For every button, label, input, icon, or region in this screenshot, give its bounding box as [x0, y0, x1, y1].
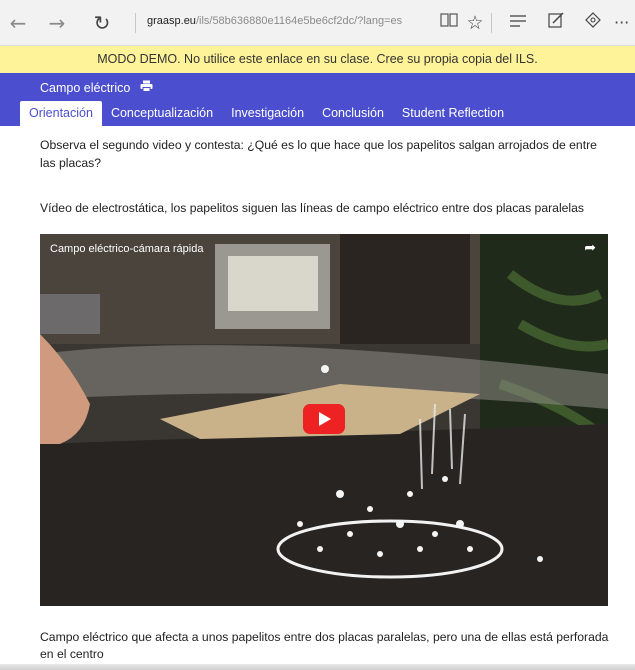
question-text: Observa el segundo video y contesta: ¿Qu…: [40, 138, 597, 170]
toolbar-divider: [135, 13, 136, 33]
forward-arrow-icon[interactable]: →: [45, 11, 69, 35]
horizontal-scrollbar[interactable]: [0, 664, 635, 670]
toolbar-divider: [491, 13, 492, 33]
tab-student-reflection[interactable]: Student Reflection: [393, 101, 513, 126]
description-text: Campo eléctrico que afecta a unos papeli…: [40, 630, 609, 661]
demo-banner: MODO DEMO. No utilice este enlace en su …: [0, 46, 635, 73]
tab-conclusion[interactable]: Conclusión: [313, 101, 393, 126]
refresh-icon[interactable]: ↻: [90, 11, 114, 35]
tab-investigacion[interactable]: Investigación: [222, 101, 313, 126]
phase-tabs: Orientación Conceptualización Investigac…: [20, 101, 513, 126]
url-domain: graasp.eu: [147, 15, 196, 27]
share-icon[interactable]: [581, 11, 605, 35]
print-icon[interactable]: [140, 80, 153, 95]
address-bar[interactable]: graasp.eu/ils/58b636880e1164e5be6cf2dc/?…: [147, 15, 402, 27]
more-icon[interactable]: ···: [614, 11, 634, 35]
favorite-star-icon[interactable]: ☆: [463, 11, 487, 35]
url-path: /ils/58b636880e1164e5be6cf2dc/?lang=es: [195, 15, 403, 27]
hub-icon[interactable]: [506, 11, 530, 35]
share-arrow-icon[interactable]: ➦: [584, 240, 596, 256]
video-title: Campo eléctrico-cámara rápida: [50, 243, 204, 255]
video-caption: Vídeo de electrostática, los papelitos s…: [40, 201, 585, 215]
app-title: Campo eléctrico: [40, 80, 153, 95]
play-button[interactable]: [303, 404, 345, 434]
web-note-icon[interactable]: [544, 11, 568, 35]
browser-toolbar: ← → ↻ graasp.eu/ils/58b636880e1164e5be6c…: [0, 0, 635, 46]
tab-orientacion[interactable]: Orientación: [20, 101, 102, 126]
video-player[interactable]: Campo eléctrico-cámara rápida ➦: [40, 234, 608, 606]
back-arrow-icon[interactable]: ←: [6, 11, 30, 35]
tab-conceptualizacion[interactable]: Conceptualización: [102, 101, 222, 126]
app-title-text: Campo eléctrico: [40, 81, 131, 95]
reading-view-icon[interactable]: [437, 11, 461, 35]
app-header: Campo eléctrico Orientación Conceptualiz…: [0, 73, 635, 126]
